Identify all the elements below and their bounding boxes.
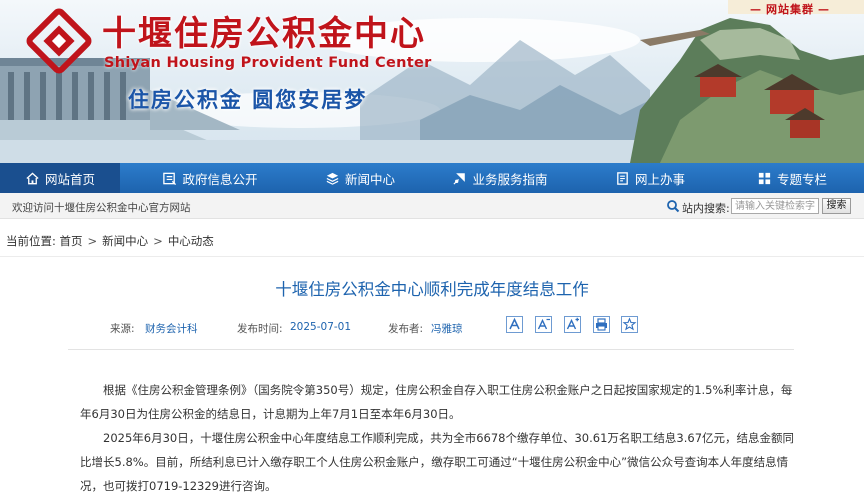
font-small-icon[interactable] xyxy=(535,316,552,333)
nav-item-label[interactable]: 业务服务指南 xyxy=(472,169,547,188)
publisher-label: 发布者: xyxy=(388,323,424,335)
site-group-label[interactable]: 网站集群 xyxy=(766,3,814,16)
compass-icon xyxy=(453,172,466,185)
search-icon xyxy=(667,200,680,213)
nav-item-label[interactable]: 政府信息公开 xyxy=(182,169,257,188)
font-plus-icon[interactable] xyxy=(564,316,581,333)
breadcrumb-separator: > xyxy=(153,234,163,248)
nav-item-gov-info[interactable]: 政府信息公开 xyxy=(120,163,300,193)
divider xyxy=(0,256,864,257)
home-icon xyxy=(26,171,39,184)
breadcrumb-home[interactable]: 首页 xyxy=(60,233,83,249)
search-input[interactable] xyxy=(731,198,819,214)
nav-item-label[interactable]: 网上办事 xyxy=(635,169,685,188)
document-icon xyxy=(617,171,628,185)
divider xyxy=(68,349,794,350)
date-label: 发布时间: xyxy=(237,323,283,335)
font-large-icon[interactable] xyxy=(506,316,523,333)
print-icon[interactable] xyxy=(593,316,610,333)
nav-item-label[interactable]: 专题专栏 xyxy=(777,169,827,188)
search-label: 站内搜索: xyxy=(682,202,730,215)
site-slogan: 住房公积金 圆您安居梦 xyxy=(128,87,368,112)
breadcrumb-news[interactable]: 新闻中心 xyxy=(102,233,148,249)
source-value: 财务会计科 xyxy=(145,323,198,335)
breadcrumb: 当前位置: 首页 > 新闻中心 > 中心动态 xyxy=(6,233,214,249)
nav-item-news[interactable]: 新闻中心 xyxy=(300,163,420,193)
article-body: 根据《住房公积金管理条例》（国务院令第350号）规定，住房公积金自存入职工住房公… xyxy=(80,378,800,498)
housing-fund-logo-icon xyxy=(26,8,92,74)
main-nav: 网站首页 政府信息公开 新闻中心 业务服务指南 网上办事 专题专栏 xyxy=(0,163,864,193)
nav-item-label[interactable]: 新闻中心 xyxy=(345,169,395,188)
nav-item-online-service[interactable]: 网上办事 xyxy=(580,163,720,193)
nav-item-special-topics[interactable]: 专题专栏 xyxy=(720,163,864,193)
welcome-text: 欢迎访问十堰住房公积金中心官方网站 xyxy=(12,202,191,214)
site-title: 十堰住房公积金中心 xyxy=(102,14,426,54)
article-meta: 来源: 财务会计科 发布时间: 2025-07-01 发布者: 冯雅琼 xyxy=(0,318,864,340)
site-group-link[interactable]: — 网站集群 — xyxy=(746,1,834,17)
header-banner: 十堰住房公积金中心 Shiyan Housing Provident Fund … xyxy=(0,0,864,163)
nav-item-home[interactable]: 网站首页 xyxy=(0,163,120,193)
breadcrumb-label: 当前位置: xyxy=(6,234,56,248)
search-button[interactable]: 搜索 xyxy=(822,198,851,214)
nav-item-label[interactable]: 网站首页 xyxy=(45,169,95,188)
breadcrumb-separator: > xyxy=(87,234,98,248)
site-subtitle: Shiyan Housing Provident Fund Center xyxy=(104,55,432,71)
nav-item-service-guide[interactable]: 业务服务指南 xyxy=(420,163,580,193)
folder-icon xyxy=(163,172,177,185)
article-title: 十堰住房公积金中心顺利完成年度结息工作 xyxy=(275,280,589,299)
article-paragraph: 2025年6月30日，十堰住房公积金中心年度结息工作顺利完成，共为全市6678个… xyxy=(80,431,795,493)
grid-icon xyxy=(758,172,771,184)
date-value: 2025-07-01 xyxy=(290,321,352,333)
publisher-value: 冯雅琼 xyxy=(431,323,463,335)
star-icon[interactable] xyxy=(621,316,638,333)
breadcrumb-center-news[interactable]: 中心动态 xyxy=(168,233,214,249)
layers-icon xyxy=(326,172,339,185)
welcome-bar: 欢迎访问十堰住房公积金中心官方网站 站内搜索: 搜索 xyxy=(0,193,864,219)
source-label: 来源: xyxy=(110,323,135,335)
article-paragraph: 根据《住房公积金管理条例》（国务院令第350号）规定，住房公积金自存入职工住房公… xyxy=(80,383,793,421)
